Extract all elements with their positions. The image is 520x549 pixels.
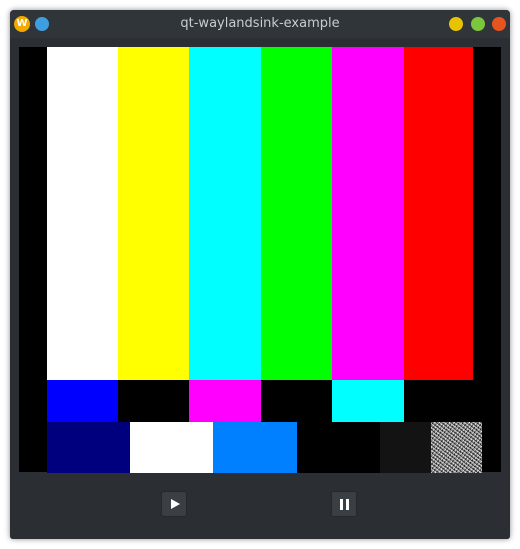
noise-block [431,422,482,473]
color-bar-yellow [118,47,189,380]
close-icon[interactable] [492,17,506,31]
middle-bar-black-2 [261,380,332,422]
title-bar[interactable]: W qt-waylandsink-example [10,10,510,38]
play-button[interactable] [161,491,187,517]
pause-button[interactable] [331,491,357,517]
middle-bar-cyan [332,380,404,422]
middle-bar-black-3 [404,380,473,422]
maximize-icon[interactable] [471,17,485,31]
bottom-block-black [297,422,380,473]
playback-controls [10,475,510,539]
video-output [19,47,501,473]
middle-bar-blue [47,380,118,422]
bottom-block-navy [47,422,130,473]
bottom-block-azure [213,422,297,473]
pause-icon [340,499,350,510]
window-title: qt-waylandsink-example [180,16,340,31]
color-bar-cyan [189,47,261,380]
bottom-block-white [130,422,213,473]
color-bar-green [261,47,332,380]
color-bar-white [47,47,118,380]
color-bar-magenta [332,47,404,380]
color-bar-red [404,47,473,380]
bottom-block-dark-gray [380,422,431,473]
middle-bar-black-1 [118,380,189,422]
middle-bar-magenta [189,380,261,422]
application-window: W qt-waylandsink-example [10,10,510,539]
minimize-icon[interactable] [449,17,463,31]
play-icon [171,499,180,509]
